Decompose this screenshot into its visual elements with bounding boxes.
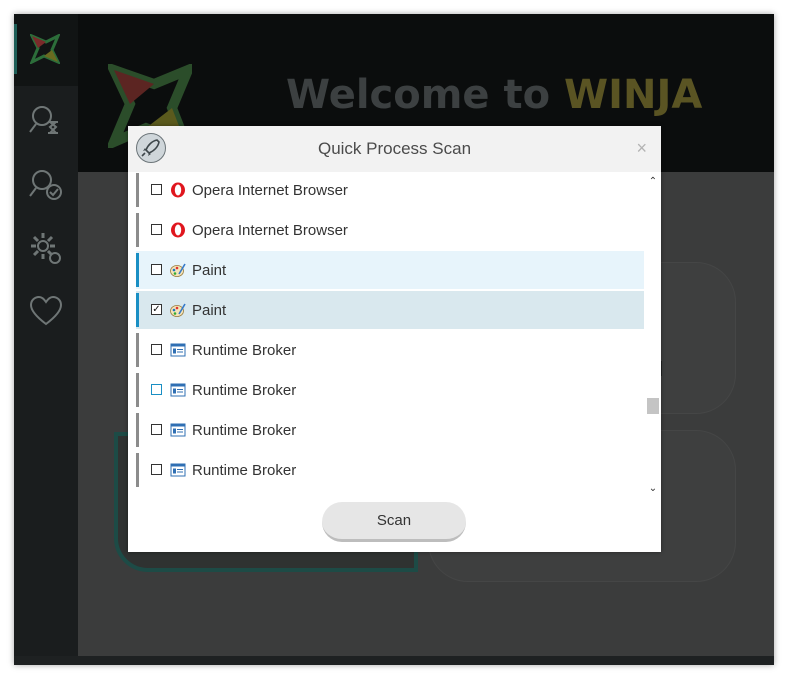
process-name: Opera Internet Browser (192, 222, 348, 239)
welcome-title: Welcome to WINJA (286, 72, 702, 118)
process-checkbox[interactable] (151, 384, 162, 395)
dialog-close-button[interactable]: × (636, 138, 647, 159)
row-indicator-bar (136, 293, 139, 327)
process-checkbox[interactable] (151, 344, 162, 355)
row-indicator-bar (136, 413, 139, 447)
window-app-icon (170, 382, 186, 398)
process-row[interactable]: Opera Internet Browser (136, 211, 644, 249)
row-indicator-bar (136, 453, 139, 487)
settings-gear-icon[interactable] (28, 230, 64, 266)
scroll-down-arrow[interactable]: ⌄ (645, 483, 661, 494)
process-row[interactable]: Paint (136, 251, 644, 289)
heart-icon[interactable] (28, 294, 64, 330)
paint-icon (170, 262, 186, 278)
winja-logo-icon (30, 34, 60, 64)
opera-icon (170, 222, 186, 238)
process-row[interactable]: Runtime Broker (136, 451, 644, 489)
dialog-header: Quick Process Scan × (128, 126, 661, 172)
window-app-icon (170, 462, 186, 478)
process-row[interactable]: Runtime Broker (136, 371, 644, 409)
row-indicator-bar (136, 373, 139, 407)
process-checkbox[interactable] (151, 224, 162, 235)
row-indicator-bar (136, 333, 139, 367)
process-checkbox[interactable] (151, 424, 162, 435)
row-indicator-bar (136, 173, 139, 207)
scan-button[interactable]: Scan (322, 502, 466, 542)
window-app-icon (170, 342, 186, 358)
process-row[interactable]: ✓ Paint (136, 291, 644, 329)
process-row[interactable]: Opera Internet Browser (136, 172, 644, 209)
row-indicator-bar (136, 213, 139, 247)
welcome-brand: WINJA (564, 72, 703, 118)
process-checkbox[interactable] (151, 464, 162, 475)
welcome-prefix: Welcome to (286, 72, 564, 118)
process-name: Paint (192, 302, 227, 319)
process-name: Runtime Broker (192, 462, 297, 479)
process-name: Paint (192, 262, 227, 279)
sidebar-active-indicator (14, 24, 17, 74)
row-indicator-bar (136, 253, 139, 287)
process-list: Opera Internet Browser Opera Internet Bro… (136, 172, 644, 496)
search-check-icon[interactable] (28, 166, 64, 202)
paint-icon (170, 302, 186, 318)
process-row[interactable]: Runtime Broker (136, 411, 644, 449)
dialog-title: Quick Process Scan (317, 139, 472, 158)
search-process-icon[interactable] (28, 102, 64, 138)
process-checkbox[interactable]: ✓ (151, 304, 162, 315)
process-row[interactable]: Runtime Broker (136, 331, 644, 369)
process-name: Runtime Broker (192, 422, 297, 439)
sidebar-logo-tile[interactable] (14, 14, 78, 86)
process-checkbox[interactable] (151, 184, 162, 195)
process-checkbox[interactable] (151, 264, 162, 275)
process-name: Opera Internet Browser (192, 182, 348, 199)
opera-icon (170, 182, 186, 198)
quick-process-scan-dialog: Quick Process Scan × Opera Internet Brow… (128, 126, 661, 552)
process-name: Runtime Broker (192, 382, 297, 399)
window-app-icon (170, 422, 186, 438)
scroll-up-arrow[interactable]: ⌃ (645, 176, 661, 187)
process-name: Runtime Broker (192, 342, 297, 359)
window-bottom-bar (14, 656, 774, 665)
sidebar (14, 14, 78, 656)
process-list-scrollbar[interactable]: ⌃ ⌄ (645, 172, 661, 496)
scroll-thumb[interactable] (647, 398, 659, 414)
